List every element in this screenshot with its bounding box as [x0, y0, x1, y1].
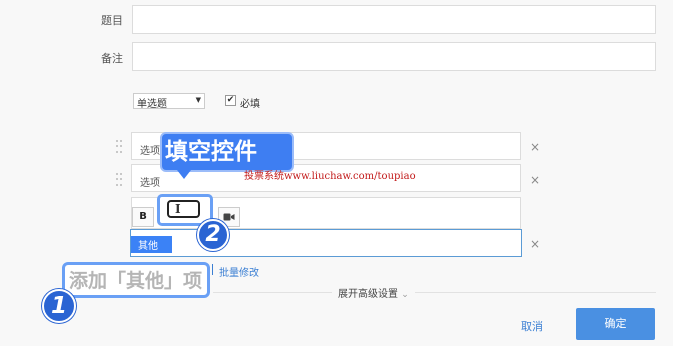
- note-label: 备注: [101, 52, 123, 65]
- advanced-settings-toggle[interactable]: 展开高级设置 ⌄: [332, 285, 415, 300]
- required-checkbox[interactable]: ✔: [225, 95, 236, 106]
- note-input[interactable]: [132, 42, 656, 71]
- option-text-1: 选项: [140, 146, 160, 157]
- step-badge-1: 1: [42, 289, 76, 323]
- remove-option-2-icon[interactable]: ×: [530, 173, 540, 187]
- add-other-callout: 添加「其他」项: [62, 262, 210, 298]
- divider: [213, 292, 656, 293]
- link-separator: [212, 264, 213, 275]
- double-chevron-down-icon: ⌄: [401, 290, 409, 300]
- drag-handle-icon[interactable]: [116, 140, 122, 154]
- text-cursor-icon: I: [175, 202, 181, 216]
- step-badge-2: 2: [197, 219, 229, 251]
- watermark: 投票系统www.liuchaw.com/toupiao: [244, 171, 416, 182]
- remove-other-option-icon[interactable]: ×: [530, 237, 540, 251]
- fill-blank-callout: 填空控件: [160, 132, 294, 172]
- chevron-down-icon: ▼: [195, 96, 201, 104]
- title-label: 题目: [101, 14, 123, 27]
- option-text-2: 选项: [140, 178, 160, 189]
- other-option-text: 其他: [131, 236, 172, 253]
- callout-pointer: [177, 170, 191, 179]
- remove-option-1-icon[interactable]: ×: [530, 140, 540, 154]
- question-type-value: 单选题: [137, 99, 167, 110]
- confirm-button[interactable]: 确定: [576, 308, 655, 340]
- other-option-input[interactable]: 其他: [130, 229, 522, 257]
- cancel-button[interactable]: 取消: [521, 318, 543, 334]
- title-input[interactable]: [132, 5, 656, 34]
- video-camera-icon: [223, 213, 235, 221]
- advanced-settings-label: 展开高级设置: [338, 289, 398, 300]
- text-field-control-button[interactable]: I: [167, 200, 200, 218]
- bold-button[interactable]: B: [132, 207, 154, 227]
- question-type-select[interactable]: 单选题 ▼: [133, 93, 205, 110]
- batch-edit-link[interactable]: 批量修改: [219, 264, 259, 279]
- drag-handle-icon[interactable]: [116, 173, 122, 187]
- required-label: 必填: [240, 99, 260, 110]
